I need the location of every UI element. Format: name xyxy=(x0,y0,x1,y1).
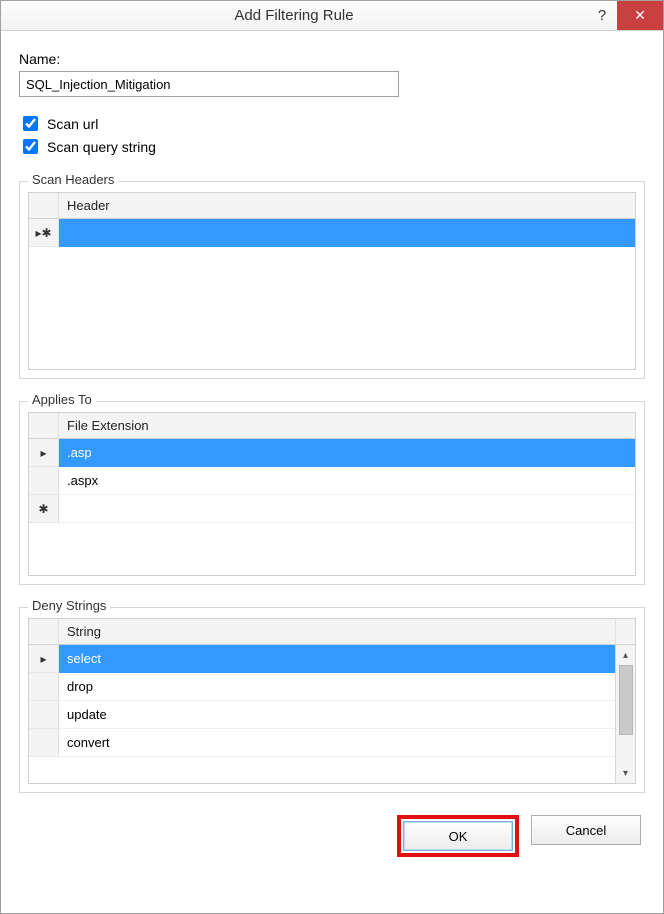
ok-button-highlight: OK xyxy=(397,815,519,857)
scan-query-string-checkbox[interactable] xyxy=(23,139,38,154)
deny-string-cell[interactable]: convert xyxy=(59,729,615,757)
applies-to-group: Applies To File Extension ▸ .asp .aspx xyxy=(19,401,645,585)
deny-string-cell[interactable]: select xyxy=(59,645,615,673)
table-row[interactable]: .aspx xyxy=(29,467,635,495)
scan-url-checkbox[interactable] xyxy=(23,116,38,131)
scan-headers-column-header[interactable]: Header xyxy=(59,193,635,218)
new-row-indicator-icon: ✱ xyxy=(29,495,59,523)
grid-header-row: Header xyxy=(29,193,635,219)
applies-to-legend: Applies To xyxy=(28,392,96,407)
applies-to-column-header[interactable]: File Extension xyxy=(59,413,635,438)
name-label: Name: xyxy=(19,51,645,67)
dialog-button-row: OK Cancel xyxy=(19,807,645,859)
table-row[interactable]: ▸ .asp xyxy=(29,439,635,467)
grid-header-row: String xyxy=(29,619,635,645)
table-row[interactable]: ▸ select xyxy=(29,645,615,673)
row-handle xyxy=(29,701,59,729)
scan-headers-new-row[interactable]: ▸✱ xyxy=(29,219,635,247)
scan-query-string-label: Scan query string xyxy=(47,139,156,155)
row-selected-icon: ▸ xyxy=(29,439,59,467)
applies-to-new-row[interactable]: ✱ xyxy=(29,495,635,523)
file-extension-cell[interactable]: .asp xyxy=(59,439,635,467)
help-icon[interactable]: ? xyxy=(587,7,617,24)
cancel-button[interactable]: Cancel xyxy=(531,815,641,845)
scroll-thumb[interactable] xyxy=(619,665,633,735)
table-row[interactable]: update xyxy=(29,701,615,729)
scan-headers-body: ▸✱ xyxy=(29,219,635,369)
row-handle-header xyxy=(29,619,59,644)
table-row[interactable]: convert xyxy=(29,729,615,757)
dialog-title: Add Filtering Rule xyxy=(1,7,587,24)
ok-button[interactable]: OK xyxy=(403,821,513,851)
scan-url-label: Scan url xyxy=(47,116,98,132)
dialog-window: Add Filtering Rule ? ✕ Name: Scan url Sc… xyxy=(0,0,664,914)
dialog-content: Name: Scan url Scan query string Scan He… xyxy=(1,31,663,913)
row-handle xyxy=(29,729,59,757)
scan-headers-new-cell[interactable] xyxy=(59,219,635,247)
scroll-up-icon[interactable]: ▴ xyxy=(616,645,635,665)
row-handle xyxy=(29,673,59,701)
row-handle-header xyxy=(29,193,59,218)
deny-string-cell[interactable]: drop xyxy=(59,673,615,701)
row-handle xyxy=(29,467,59,495)
scroll-down-icon[interactable]: ▾ xyxy=(616,763,635,783)
deny-strings-scrollbar[interactable]: ▴ ▾ xyxy=(615,645,635,783)
scan-headers-legend: Scan Headers xyxy=(28,172,118,187)
scan-headers-group: Scan Headers Header ▸✱ xyxy=(19,181,645,379)
titlebar: Add Filtering Rule ? ✕ xyxy=(1,1,663,31)
close-icon: ✕ xyxy=(634,7,646,24)
deny-strings-grid[interactable]: String ▸ select drop xyxy=(28,618,636,784)
name-input[interactable] xyxy=(19,71,399,97)
deny-strings-legend: Deny Strings xyxy=(28,598,110,613)
table-row[interactable]: drop xyxy=(29,673,615,701)
name-field-row: Name: xyxy=(19,51,645,97)
deny-strings-group: Deny Strings String ▸ select xyxy=(19,607,645,793)
deny-strings-column-header[interactable]: String xyxy=(59,619,615,644)
scrollbar-header-spacer xyxy=(615,619,635,644)
new-row-indicator-icon: ▸✱ xyxy=(29,219,59,247)
deny-strings-rows: ▸ select drop update xyxy=(29,645,615,783)
scan-headers-grid[interactable]: Header ▸✱ xyxy=(28,192,636,370)
deny-string-cell[interactable]: update xyxy=(59,701,615,729)
grid-header-row: File Extension xyxy=(29,413,635,439)
applies-to-body: ▸ .asp .aspx ✱ xyxy=(29,439,635,575)
row-selected-icon: ▸ xyxy=(29,645,59,673)
applies-to-grid[interactable]: File Extension ▸ .asp .aspx ✱ xyxy=(28,412,636,576)
file-extension-cell[interactable]: .aspx xyxy=(59,467,635,495)
deny-strings-body-wrap: ▸ select drop update xyxy=(29,645,635,783)
close-button[interactable]: ✕ xyxy=(617,1,663,30)
scan-url-row[interactable]: Scan url xyxy=(19,113,645,134)
row-handle-header xyxy=(29,413,59,438)
file-extension-new-cell[interactable] xyxy=(59,495,635,523)
scan-query-string-row[interactable]: Scan query string xyxy=(19,136,645,157)
